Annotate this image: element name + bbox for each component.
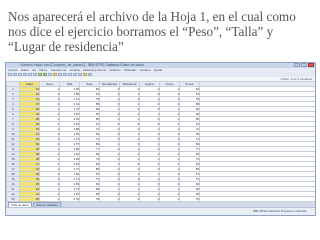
menu-item[interactable]: Transformar [50, 68, 66, 72]
data-grid: Edad Sexo Talla Peso Escolaridad Residencia In… [6, 81, 315, 215]
redo-icon[interactable] [33, 72, 37, 77]
title-bar: *Archivo Hoja1.sav [Conjunto_de_datos1] … [6, 63, 315, 68]
maximize-button[interactable] [301, 63, 307, 67]
use-variable-sets-icon[interactable] [88, 72, 92, 77]
weight-cases-icon[interactable] [73, 72, 77, 77]
menu-item[interactable]: Ayuda [154, 68, 162, 72]
insert-variable-icon[interactable] [63, 72, 67, 77]
spss-data-editor-window: *Archivo Hoja1.sav [Conjunto_de_datos1] … [5, 62, 316, 216]
close-button[interactable] [308, 63, 314, 67]
print-icon[interactable] [18, 72, 22, 77]
menu-item[interactable]: Datos [39, 68, 47, 72]
menu-item[interactable]: Ventana [140, 68, 151, 72]
save-icon[interactable] [13, 72, 17, 77]
window-controls [294, 63, 314, 67]
column-header[interactable]: Escolaridad [99, 81, 120, 87]
menu-item[interactable]: Editar [21, 68, 29, 72]
grid-body: 1 19 1 1.65 60 3 2 2 1 60 2 24 2 1.58 54 4 1 3 2 54 3 31 1 1.72… [6, 86, 315, 215]
undo-icon[interactable] [28, 72, 32, 77]
menu-item[interactable]: Analizar [69, 68, 80, 72]
window-title: *Archivo Hoja1.sav [Conjunto_de_datos1] … [20, 63, 144, 67]
menu-item[interactable]: Utilidades [123, 68, 136, 72]
status-text: IBM SPSS Statistics Processor está listo [252, 209, 307, 213]
slide-caption: Nos aparecerá el archivo de la Hoja 1, e… [8, 9, 296, 54]
open-icon[interactable] [8, 72, 12, 77]
value-labels-icon[interactable] [83, 72, 87, 77]
dialog-recall-icon[interactable] [23, 72, 27, 77]
insert-cases-icon[interactable] [58, 72, 62, 77]
find-icon[interactable] [53, 72, 57, 77]
menu-item[interactable]: Gráficos [109, 68, 120, 72]
menu-item[interactable]: Marketing directo [83, 68, 106, 72]
menu-item[interactable]: Ver [32, 68, 37, 72]
go-to-case-icon[interactable] [38, 72, 42, 77]
menu-item[interactable]: Archivo [8, 68, 18, 72]
status-bar: IBM SPSS Statistics Processor está listo [6, 207, 315, 215]
minimize-button[interactable] [294, 63, 300, 67]
select-cases-icon[interactable] [78, 72, 82, 77]
split-file-icon[interactable] [68, 72, 72, 77]
variables-icon[interactable] [48, 72, 52, 77]
go-to-variable-icon[interactable] [43, 72, 47, 77]
